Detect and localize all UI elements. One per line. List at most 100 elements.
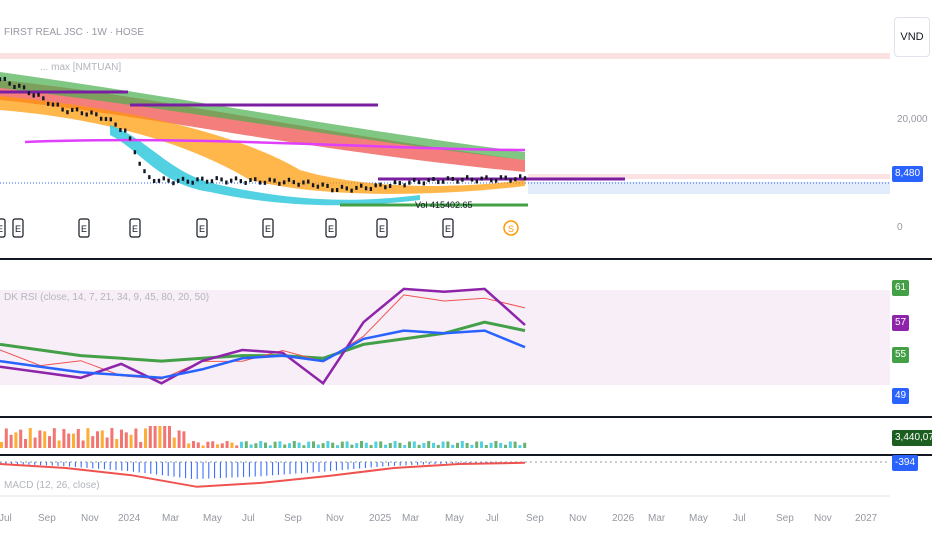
volume-bar <box>124 432 128 448</box>
price-candle <box>485 175 488 180</box>
price-candle <box>263 180 267 185</box>
event-marker-label: E <box>81 224 87 234</box>
volume-bar <box>28 428 32 448</box>
price-candle <box>369 186 373 191</box>
volume-bar <box>340 441 344 448</box>
volume-bar <box>4 428 8 448</box>
resistance-band <box>0 53 890 59</box>
volume-bar <box>153 426 157 448</box>
volume-bar <box>139 441 143 448</box>
volume-bar <box>355 443 359 448</box>
time-axis-label: Mar <box>648 513 666 524</box>
price-candle <box>461 177 464 182</box>
volume-bar <box>172 437 176 448</box>
time-axis-label: Jul <box>733 513 746 524</box>
volume-bar <box>316 444 320 448</box>
time-axis-label: Nov <box>569 513 587 524</box>
time-axis-label: Sep <box>776 513 794 524</box>
volume-bar <box>489 442 493 448</box>
price-candle <box>37 92 40 97</box>
volume-bar <box>96 431 99 448</box>
time-axis-label: Sep <box>526 513 544 524</box>
price-candle <box>384 185 387 190</box>
price-candle <box>249 178 252 183</box>
currency-button[interactable]: VND <box>894 17 930 57</box>
price-candle <box>18 83 21 88</box>
rsi-tag-4: 49 <box>892 388 910 404</box>
volume-bar <box>312 441 315 448</box>
price-candle <box>475 179 479 184</box>
price-candle <box>32 93 35 98</box>
time-axis-label: Sep <box>38 513 56 524</box>
volume-bar <box>273 441 277 448</box>
price-candle <box>441 179 445 184</box>
volume-bar <box>470 444 474 448</box>
price-candle <box>490 178 493 183</box>
price-candle <box>456 179 459 184</box>
volume-bar <box>331 442 335 448</box>
ma-indicator-label[interactable]: ... max [NMTUAN] <box>40 62 121 73</box>
price-candle <box>95 112 98 117</box>
volume-bar <box>499 442 503 448</box>
price-candle <box>427 178 430 183</box>
price-candle <box>80 111 84 116</box>
volume-bar <box>134 428 138 448</box>
volume-bar <box>288 443 291 448</box>
macd-indicator-label[interactable]: MACD (12, 26, close) <box>4 480 100 491</box>
price-candle <box>350 188 353 193</box>
volume-bar <box>350 444 354 448</box>
volume-bar <box>518 445 522 448</box>
price-candle <box>278 181 281 186</box>
volume-bar <box>216 444 219 448</box>
price-candle <box>191 180 194 185</box>
price-candle <box>42 96 45 101</box>
volume-bar <box>408 441 411 448</box>
volume-bar <box>484 444 488 448</box>
price-candle <box>133 150 137 155</box>
price-tick-20000: 20,000 <box>897 114 928 125</box>
price-candle <box>374 183 377 188</box>
chart-title: FIRST REAL JSC · 1W · HOSE <box>4 27 145 38</box>
volume-bar <box>422 442 426 448</box>
price-candle <box>124 128 127 133</box>
price-candle <box>422 181 426 186</box>
price-candle <box>360 183 363 188</box>
price-candle <box>258 180 262 185</box>
price-candle <box>451 176 454 181</box>
event-marker-label: E <box>132 224 138 234</box>
price-candle <box>509 178 512 183</box>
time-axis-label: May <box>203 513 222 524</box>
price-candle <box>268 177 271 182</box>
price-candle <box>326 183 329 188</box>
volume-bar <box>379 441 383 448</box>
volume-bar <box>268 445 272 448</box>
price-candle <box>292 180 296 185</box>
price-candle <box>138 161 141 166</box>
volume-bar <box>43 431 47 448</box>
price-candle <box>403 183 406 188</box>
price-candle <box>518 174 522 179</box>
volume-bar <box>403 444 407 448</box>
price-candle <box>99 116 103 121</box>
price-candle <box>22 85 26 90</box>
volume-bar <box>230 442 234 448</box>
price-candle <box>514 177 517 182</box>
volume-bar <box>240 441 243 448</box>
price-candle <box>321 182 324 187</box>
volume-bar <box>9 434 13 448</box>
volume-bar <box>254 443 258 448</box>
price-candle <box>3 76 7 81</box>
price-candle <box>90 110 93 115</box>
price-candle <box>157 178 161 183</box>
price-candle <box>114 122 117 127</box>
volume-bar <box>158 426 162 448</box>
price-candle <box>119 128 122 133</box>
volume-bar <box>451 444 455 448</box>
volume-bar <box>144 428 147 448</box>
rsi-indicator-label[interactable]: DK RSI (close, 14, 7, 21, 34, 9, 45, 80,… <box>4 292 209 303</box>
price-candle <box>172 181 175 186</box>
volume-bar <box>91 436 95 448</box>
price-candle <box>56 102 59 107</box>
price-candle <box>109 117 112 122</box>
volume-bar <box>72 433 75 448</box>
